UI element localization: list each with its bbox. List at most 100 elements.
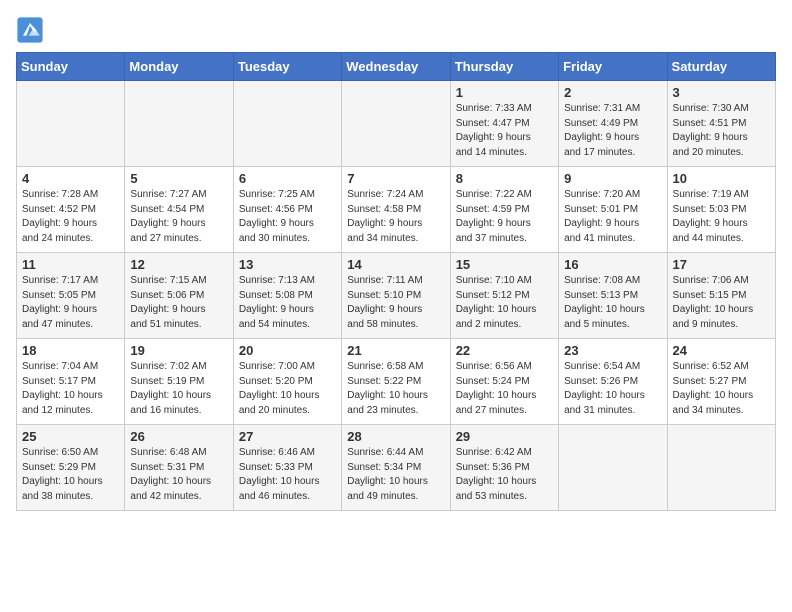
day-number: 26 <box>130 429 227 444</box>
calendar-cell: 2Sunrise: 7:31 AM Sunset: 4:49 PM Daylig… <box>559 81 667 167</box>
calendar-cell: 24 Sunrise: 6:52 AM Sunset: 5:27 PM Dayli… <box>667 339 775 425</box>
day-number: 16 <box>564 257 661 272</box>
calendar-week-row: 1Sunrise: 7:33 AM Sunset: 4:47 PM Daylig… <box>17 81 776 167</box>
day-number: 25 <box>22 429 119 444</box>
day-info: Sunrise: 7:19 AM Sunset: 5:03 PM Dayligh… <box>673 188 770 246</box>
calendar-cell: 20 Sunrise: 7:00 AM Sunset: 5:20 PM Dayli… <box>233 339 341 425</box>
day-number: 24 <box>673 343 770 358</box>
day-number: 28 <box>347 429 444 444</box>
day-number: 2 <box>564 85 661 100</box>
day-number: 18 <box>22 343 119 358</box>
calendar-cell: 16 Sunrise: 7:08 AM Sunset: 5:13 PM Dayli… <box>559 253 667 339</box>
calendar-cell: 19 Sunrise: 7:02 AM Sunset: 5:19 PM Dayli… <box>125 339 233 425</box>
calendar-week-row: 25 Sunrise: 6:50 AM Sunset: 5:29 PM Dayli… <box>17 425 776 511</box>
day-number: 10 <box>673 171 770 186</box>
weekday-header: Tuesday <box>233 53 341 81</box>
calendar-cell: 28 Sunrise: 6:44 AM Sunset: 5:34 PM Dayli… <box>342 425 450 511</box>
day-number: 4 <box>22 171 119 186</box>
calendar-cell: 21 Sunrise: 6:58 AM Sunset: 5:22 PM Dayli… <box>342 339 450 425</box>
calendar-cell: 8 Sunrise: 7:22 AM Sunset: 4:59 PM Daylig… <box>450 167 558 253</box>
day-number: 11 <box>22 257 119 272</box>
day-number: 29 <box>456 429 553 444</box>
calendar-cell <box>667 425 775 511</box>
weekday-header: Wednesday <box>342 53 450 81</box>
calendar-week-row: 11 Sunrise: 7:17 AM Sunset: 5:05 PM Dayli… <box>17 253 776 339</box>
day-info: Sunrise: 6:42 AM Sunset: 5:36 PM Dayligh… <box>456 446 553 504</box>
day-info: Sunrise: 6:54 AM Sunset: 5:26 PM Dayligh… <box>564 360 661 418</box>
calendar-week-row: 4 Sunrise: 7:28 AM Sunset: 4:52 PM Daylig… <box>17 167 776 253</box>
day-info: Sunrise: 7:24 AM Sunset: 4:58 PM Dayligh… <box>347 188 444 246</box>
day-number: 27 <box>239 429 336 444</box>
day-info: Sunrise: 7:04 AM Sunset: 5:17 PM Dayligh… <box>22 360 119 418</box>
calendar-cell: 18 Sunrise: 7:04 AM Sunset: 5:17 PM Dayli… <box>17 339 125 425</box>
day-number: 9 <box>564 171 661 186</box>
day-number: 19 <box>130 343 227 358</box>
day-info: Sunrise: 7:06 AM Sunset: 5:15 PM Dayligh… <box>673 274 770 332</box>
calendar-cell: 7 Sunrise: 7:24 AM Sunset: 4:58 PM Daylig… <box>342 167 450 253</box>
day-number: 7 <box>347 171 444 186</box>
day-info: Sunrise: 7:25 AM Sunset: 4:56 PM Dayligh… <box>239 188 336 246</box>
calendar-cell: 1Sunrise: 7:33 AM Sunset: 4:47 PM Daylig… <box>450 81 558 167</box>
day-number: 14 <box>347 257 444 272</box>
day-info: Sunrise: 6:58 AM Sunset: 5:22 PM Dayligh… <box>347 360 444 418</box>
calendar-week-row: 18 Sunrise: 7:04 AM Sunset: 5:17 PM Dayli… <box>17 339 776 425</box>
day-info: Sunrise: 7:11 AM Sunset: 5:10 PM Dayligh… <box>347 274 444 332</box>
day-number: 8 <box>456 171 553 186</box>
calendar-body: 1Sunrise: 7:33 AM Sunset: 4:47 PM Daylig… <box>17 81 776 511</box>
weekday-header: Friday <box>559 53 667 81</box>
day-info: Sunrise: 7:00 AM Sunset: 5:20 PM Dayligh… <box>239 360 336 418</box>
day-info: Sunrise: 7:08 AM Sunset: 5:13 PM Dayligh… <box>564 274 661 332</box>
calendar-cell: 6Sunrise: 7:25 AM Sunset: 4:56 PM Daylig… <box>233 167 341 253</box>
day-number: 15 <box>456 257 553 272</box>
calendar-cell: 11 Sunrise: 7:17 AM Sunset: 5:05 PM Dayli… <box>17 253 125 339</box>
weekday-header: Monday <box>125 53 233 81</box>
day-info: Sunrise: 7:30 AM Sunset: 4:51 PM Dayligh… <box>673 102 770 160</box>
day-number: 13 <box>239 257 336 272</box>
day-info: Sunrise: 6:46 AM Sunset: 5:33 PM Dayligh… <box>239 446 336 504</box>
calendar-table: SundayMondayTuesdayWednesdayThursdayFrid… <box>16 52 776 511</box>
day-number: 3 <box>673 85 770 100</box>
day-info: Sunrise: 7:33 AM Sunset: 4:47 PM Dayligh… <box>456 102 553 160</box>
day-info: Sunrise: 6:44 AM Sunset: 5:34 PM Dayligh… <box>347 446 444 504</box>
calendar-cell <box>125 81 233 167</box>
calendar-cell: 5 Sunrise: 7:27 AM Sunset: 4:54 PM Daylig… <box>125 167 233 253</box>
day-info: Sunrise: 7:28 AM Sunset: 4:52 PM Dayligh… <box>22 188 119 246</box>
day-info: Sunrise: 7:15 AM Sunset: 5:06 PM Dayligh… <box>130 274 227 332</box>
calendar-cell: 22 Sunrise: 6:56 AM Sunset: 5:24 PM Dayli… <box>450 339 558 425</box>
calendar-cell: 12Sunrise: 7:15 AM Sunset: 5:06 PM Dayli… <box>125 253 233 339</box>
day-info: Sunrise: 7:22 AM Sunset: 4:59 PM Dayligh… <box>456 188 553 246</box>
calendar-cell: 13 Sunrise: 7:13 AM Sunset: 5:08 PM Dayli… <box>233 253 341 339</box>
day-info: Sunrise: 7:10 AM Sunset: 5:12 PM Dayligh… <box>456 274 553 332</box>
calendar-cell <box>233 81 341 167</box>
calendar-cell: 29 Sunrise: 6:42 AM Sunset: 5:36 PM Dayli… <box>450 425 558 511</box>
weekday-header: Thursday <box>450 53 558 81</box>
day-info: Sunrise: 7:02 AM Sunset: 5:19 PM Dayligh… <box>130 360 227 418</box>
calendar-cell <box>17 81 125 167</box>
calendar-cell <box>559 425 667 511</box>
calendar-header-row: SundayMondayTuesdayWednesdayThursdayFrid… <box>17 53 776 81</box>
day-info: Sunrise: 6:52 AM Sunset: 5:27 PM Dayligh… <box>673 360 770 418</box>
calendar-cell: 25 Sunrise: 6:50 AM Sunset: 5:29 PM Dayli… <box>17 425 125 511</box>
calendar-cell: 10 Sunrise: 7:19 AM Sunset: 5:03 PM Dayli… <box>667 167 775 253</box>
day-number: 21 <box>347 343 444 358</box>
day-info: Sunrise: 7:17 AM Sunset: 5:05 PM Dayligh… <box>22 274 119 332</box>
day-info: Sunrise: 6:50 AM Sunset: 5:29 PM Dayligh… <box>22 446 119 504</box>
calendar-cell: 14 Sunrise: 7:11 AM Sunset: 5:10 PM Dayli… <box>342 253 450 339</box>
day-info: Sunrise: 6:56 AM Sunset: 5:24 PM Dayligh… <box>456 360 553 418</box>
day-number: 22 <box>456 343 553 358</box>
calendar-cell: 23Sunrise: 6:54 AM Sunset: 5:26 PM Dayli… <box>559 339 667 425</box>
weekday-header: Saturday <box>667 53 775 81</box>
calendar-cell: 4 Sunrise: 7:28 AM Sunset: 4:52 PM Daylig… <box>17 167 125 253</box>
day-info: Sunrise: 6:48 AM Sunset: 5:31 PM Dayligh… <box>130 446 227 504</box>
calendar-cell: 17 Sunrise: 7:06 AM Sunset: 5:15 PM Dayli… <box>667 253 775 339</box>
day-number: 17 <box>673 257 770 272</box>
day-number: 5 <box>130 171 227 186</box>
logo-icon <box>16 16 44 44</box>
day-info: Sunrise: 7:27 AM Sunset: 4:54 PM Dayligh… <box>130 188 227 246</box>
day-number: 20 <box>239 343 336 358</box>
weekday-header: Sunday <box>17 53 125 81</box>
calendar-cell <box>342 81 450 167</box>
day-info: Sunrise: 7:13 AM Sunset: 5:08 PM Dayligh… <box>239 274 336 332</box>
page-header <box>16 16 776 44</box>
day-info: Sunrise: 7:20 AM Sunset: 5:01 PM Dayligh… <box>564 188 661 246</box>
